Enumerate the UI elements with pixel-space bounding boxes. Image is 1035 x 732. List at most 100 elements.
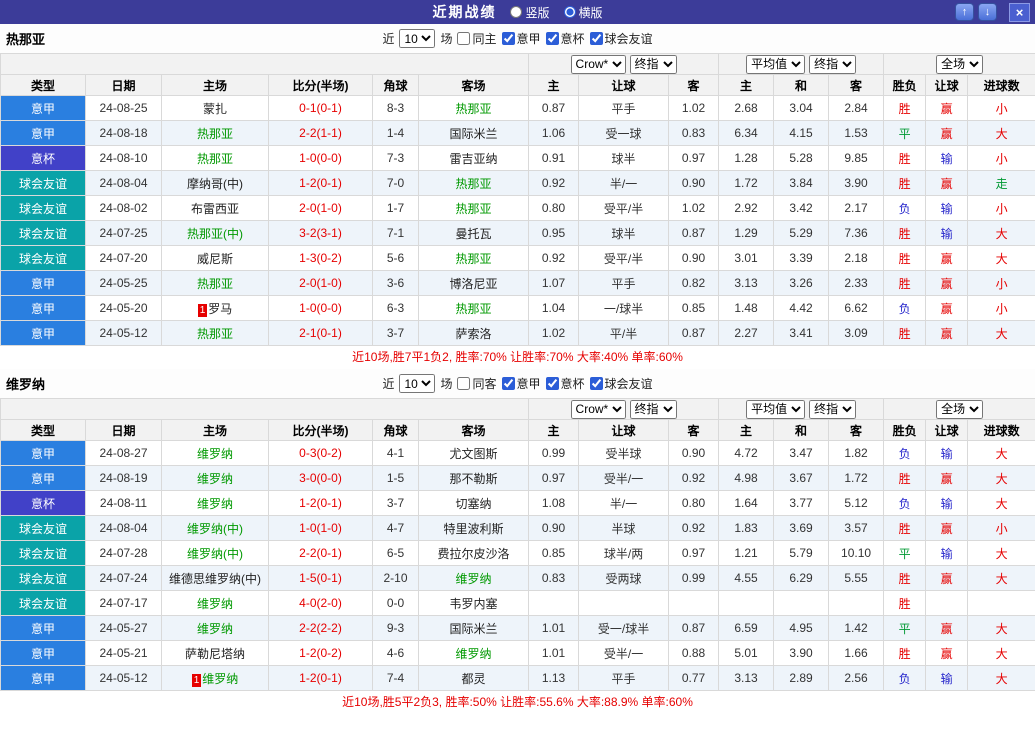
score-link[interactable]: 1-2(0-1) — [299, 671, 342, 685]
odds-away: 0.87 — [669, 221, 719, 246]
header-spacer — [1, 54, 529, 75]
score-link[interactable]: 1-3(0-2) — [299, 251, 342, 265]
team-link[interactable]: 热那亚 — [197, 327, 233, 341]
match-count-select[interactable]: 10 — [399, 374, 435, 393]
score-link[interactable]: 3-2(3-1) — [299, 226, 342, 240]
team-link[interactable]: 热那亚 — [197, 152, 233, 166]
average-select[interactable]: 平均值 — [746, 55, 805, 74]
filter-league-serie-a[interactable]: 意甲 — [502, 375, 541, 392]
team-link[interactable]: 热那亚(中) — [187, 227, 243, 241]
team-link[interactable]: 维罗纳 — [456, 572, 492, 586]
team-link[interactable]: 热那亚 — [456, 252, 492, 266]
team-link[interactable]: 维罗纳(中) — [187, 547, 243, 561]
same-venue-checkbox[interactable] — [457, 377, 470, 390]
team-link[interactable]: 维罗纳 — [197, 497, 233, 511]
score-link[interactable]: 2-2(0-1) — [299, 546, 342, 560]
score-link[interactable]: 3-0(0-0) — [299, 471, 342, 485]
same-venue-filter[interactable]: 同客 — [457, 375, 496, 392]
team-link[interactable]: 罗马 — [208, 302, 232, 316]
team-link[interactable]: 国际米兰 — [450, 622, 498, 636]
team-link[interactable]: 雷吉亚纳 — [450, 152, 498, 166]
scope-select[interactable]: 全场 — [936, 400, 983, 419]
odds-company-select[interactable]: Crow* — [571, 400, 626, 419]
team-link[interactable]: 蒙扎 — [203, 102, 227, 116]
score-link[interactable]: 1-0(0-0) — [299, 151, 342, 165]
score-link[interactable]: 2-0(1-0) — [299, 201, 342, 215]
team-link[interactable]: 热那亚 — [456, 302, 492, 316]
layout-horizontal-radio[interactable] — [564, 6, 576, 18]
team-link[interactable]: 特里波利斯 — [444, 522, 504, 536]
team-section-home: 热那亚 近 10 场 同主 意甲 意杯 球会友谊 Crow*终指 平均值终指 — [0, 24, 1035, 369]
team-link[interactable]: 维罗纳 — [197, 447, 233, 461]
team-link[interactable]: 热那亚 — [456, 202, 492, 216]
team-link[interactable]: 威尼斯 — [197, 252, 233, 266]
average-time-select[interactable]: 终指 — [809, 55, 856, 74]
match-count-select[interactable]: 10 — [399, 29, 435, 48]
layout-vertical-radio[interactable] — [510, 6, 522, 18]
scroll-down-button[interactable]: ↓ — [978, 3, 997, 21]
score-link[interactable]: 0-1(0-1) — [299, 101, 342, 115]
team-link[interactable]: 切塞纳 — [456, 497, 492, 511]
score-link[interactable]: 2-1(0-1) — [299, 326, 342, 340]
team-link[interactable]: 维罗纳 — [202, 672, 238, 686]
scope-select[interactable]: 全场 — [936, 55, 983, 74]
score-link[interactable]: 1-2(0-1) — [299, 496, 342, 510]
average-select[interactable]: 平均值 — [746, 400, 805, 419]
team-link[interactable]: 韦罗内塞 — [450, 597, 498, 611]
team-link[interactable]: 萨勒尼塔纳 — [185, 647, 245, 661]
team-link[interactable]: 热那亚 — [456, 177, 492, 191]
scroll-up-button[interactable]: ↑ — [955, 3, 974, 21]
team-link[interactable]: 维罗纳(中) — [187, 522, 243, 536]
team-link[interactable]: 热那亚 — [197, 277, 233, 291]
friendly-checkbox[interactable] — [590, 377, 603, 390]
team-link[interactable]: 费拉尔皮沙洛 — [438, 547, 510, 561]
team-link[interactable]: 热那亚 — [197, 127, 233, 141]
team-link[interactable]: 布雷西亚 — [191, 202, 239, 216]
score-link[interactable]: 1-2(0-1) — [299, 176, 342, 190]
score-link[interactable]: 1-2(0-2) — [299, 646, 342, 660]
team-link[interactable]: 都灵 — [462, 672, 486, 686]
serie-a-checkbox[interactable] — [502, 32, 515, 45]
team-link[interactable]: 尤文图斯 — [450, 447, 498, 461]
team-link[interactable]: 那不勒斯 — [450, 472, 498, 486]
layout-horizontal-option[interactable]: 横版 — [564, 4, 603, 21]
team-link[interactable]: 曼托瓦 — [456, 227, 492, 241]
layout-vertical-option[interactable]: 竖版 — [510, 4, 549, 21]
team-link[interactable]: 维罗纳 — [197, 597, 233, 611]
score-link[interactable]: 2-2(2-2) — [299, 621, 342, 635]
score-link[interactable]: 2-2(1-1) — [299, 126, 342, 140]
filter-league-cup[interactable]: 意杯 — [546, 375, 585, 392]
team-link[interactable]: 萨索洛 — [456, 327, 492, 341]
score-link[interactable]: 1-0(1-0) — [299, 521, 342, 535]
team-link[interactable]: 维罗纳 — [456, 647, 492, 661]
team-link[interactable]: 摩纳哥(中) — [187, 177, 243, 191]
score-link[interactable]: 4-0(2-0) — [299, 596, 342, 610]
odds-home: 1.04 — [529, 296, 579, 321]
close-button[interactable]: × — [1009, 3, 1030, 22]
team-link[interactable]: 博洛尼亚 — [450, 277, 498, 291]
friendly-checkbox[interactable] — [590, 32, 603, 45]
odds-time-select[interactable]: 终指 — [630, 400, 677, 419]
same-venue-checkbox[interactable] — [457, 32, 470, 45]
odds-time-select[interactable]: 终指 — [630, 55, 677, 74]
average-time-select[interactable]: 终指 — [809, 400, 856, 419]
team-link[interactable]: 热那亚 — [456, 102, 492, 116]
filter-league-serie-a[interactable]: 意甲 — [502, 30, 541, 47]
same-venue-filter[interactable]: 同主 — [457, 30, 496, 47]
column-header: 比分(半场) — [269, 420, 373, 441]
filter-league-friendly[interactable]: 球会友谊 — [590, 30, 653, 47]
score-link[interactable]: 0-3(0-2) — [299, 446, 342, 460]
team-link[interactable]: 维德思维罗纳(中) — [169, 572, 261, 586]
team-link[interactable]: 国际米兰 — [450, 127, 498, 141]
team-link[interactable]: 维罗纳 — [197, 622, 233, 636]
score-link[interactable]: 1-0(0-0) — [299, 301, 342, 315]
team-link[interactable]: 维罗纳 — [197, 472, 233, 486]
score-link[interactable]: 1-5(0-1) — [299, 571, 342, 585]
odds-company-select[interactable]: Crow* — [571, 55, 626, 74]
cup-checkbox[interactable] — [546, 377, 559, 390]
filter-league-cup[interactable]: 意杯 — [546, 30, 585, 47]
filter-league-friendly[interactable]: 球会友谊 — [590, 375, 653, 392]
score-link[interactable]: 2-0(1-0) — [299, 276, 342, 290]
cup-checkbox[interactable] — [546, 32, 559, 45]
serie-a-checkbox[interactable] — [502, 377, 515, 390]
